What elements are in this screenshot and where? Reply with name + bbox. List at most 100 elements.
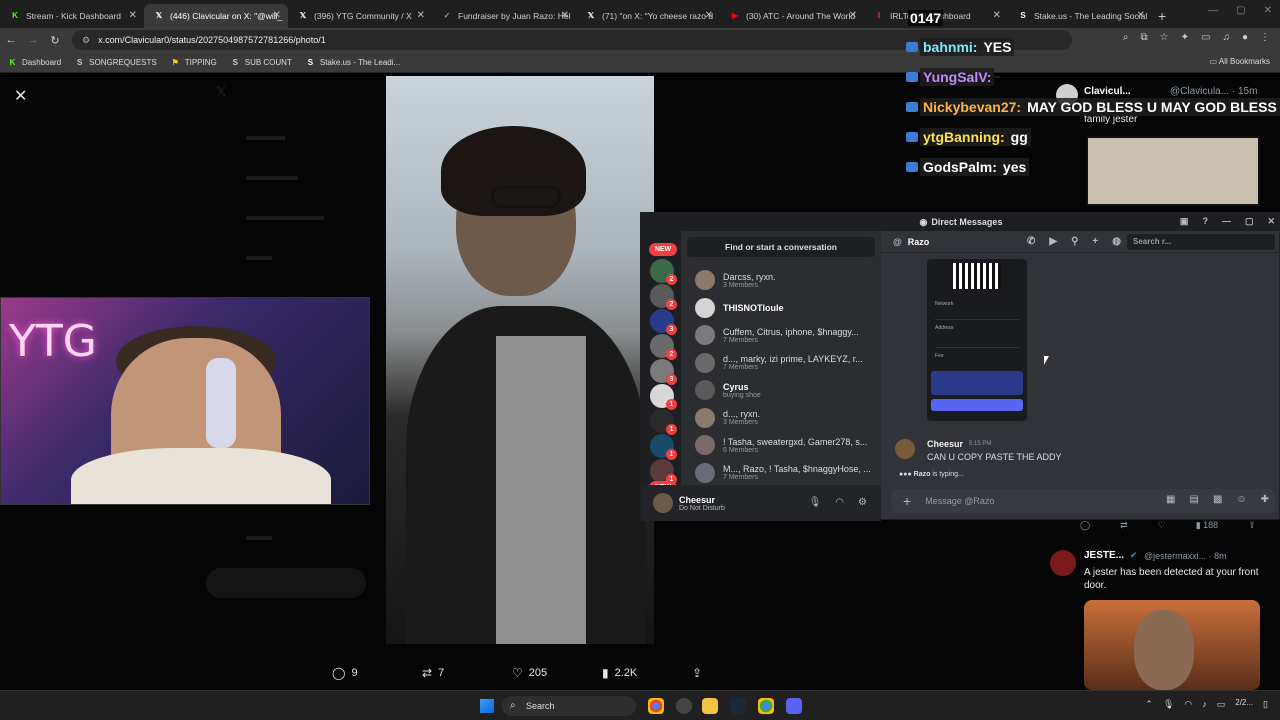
close-tab-icon[interactable]: ✕ — [273, 10, 281, 21]
browser-tab[interactable]: ▶ (30) ATC - Around The World ✕ — [720, 4, 864, 28]
emoji-icon[interactable]: ☺ — [1236, 494, 1246, 505]
steam-icon[interactable] — [730, 698, 746, 714]
browser-tab[interactable]: K Stream - Kick Dashboard ✕ — [0, 4, 144, 28]
avatar[interactable] — [1050, 550, 1076, 576]
bookmark-item[interactable]: S SONGREQUESTS — [75, 58, 157, 67]
forward-icon[interactable]: → — [22, 34, 44, 46]
dm-item[interactable]: d..., ryxn. 3 Members — [695, 405, 877, 431]
file-explorer-icon[interactable] — [702, 698, 718, 714]
close-window-icon[interactable]: ✕ — [1264, 5, 1272, 16]
dm-item[interactable]: ! Tasha, sweatergxd, Gamer278, s... 6 Mem… — [695, 432, 877, 458]
author-name[interactable]: JESTE... — [1084, 550, 1124, 561]
close-tab-icon[interactable]: ✕ — [417, 10, 425, 21]
share-icon[interactable]: ⇪ — [1248, 520, 1256, 531]
new-tab-button[interactable]: + — [1152, 8, 1176, 28]
reload-icon[interactable]: ↻ — [44, 34, 66, 47]
battery-icon[interactable]: ▭ — [1217, 699, 1226, 710]
close-tab-icon[interactable]: ✕ — [993, 10, 1001, 21]
obs-icon[interactable] — [676, 698, 692, 714]
bookmark-item[interactable]: S Stake.us - The Leadi... — [306, 58, 401, 67]
minimize-icon[interactable]: — — [1208, 5, 1218, 16]
sticker-icon[interactable]: ▩ — [1213, 494, 1222, 505]
tray-chevron-icon[interactable]: ⌃ — [1145, 699, 1153, 710]
reply-button[interactable]: ◯ 9 — [332, 666, 358, 680]
like-button[interactable]: ♡ 205 — [512, 666, 547, 680]
message-input[interactable]: + Message @Razo ▦ ▤ ▩ ☺ ✚ — [891, 489, 1275, 513]
dm-item[interactable]: M..., Razo, ! Tasha, $hnaggyHose, ... 7 M… — [695, 460, 877, 486]
chrome-icon[interactable] — [648, 698, 664, 714]
views-button[interactable]: ▮ 2.2K — [602, 666, 637, 680]
server-icon[interactable]: 1 — [650, 384, 677, 410]
server-icon[interactable]: 1 — [650, 409, 677, 435]
server-icon[interactable]: 2 — [650, 259, 677, 285]
mic-icon[interactable]: 🎙︎ — [809, 497, 822, 508]
bookmark-item[interactable]: K Dashboard — [8, 58, 62, 67]
apps-icon[interactable]: ✚ — [1261, 494, 1269, 505]
inbox-icon[interactable]: ▣ — [1180, 216, 1189, 227]
reply-icon[interactable]: ◯ — [1080, 520, 1090, 531]
server-icon[interactable]: 1 — [650, 459, 677, 485]
find-conversation-input[interactable]: Find or start a conversation — [687, 237, 875, 257]
maximize-icon[interactable]: ▢ — [1245, 216, 1254, 227]
video-icon[interactable]: ▶ — [1049, 236, 1057, 247]
settings-gear-icon[interactable]: ⚙ — [858, 497, 867, 508]
site-info-icon[interactable]: ⚙ — [82, 35, 90, 46]
help-icon[interactable]: ? — [1202, 216, 1208, 227]
maximize-icon[interactable]: ▢ — [1236, 5, 1245, 16]
taskbar-search[interactable]: ⌕ Search — [502, 696, 636, 716]
server-icon[interactable]: 2 — [650, 334, 677, 360]
mic-tray-icon[interactable]: 🎙︎ — [1163, 699, 1174, 710]
message-author[interactable]: Cheesur — [927, 439, 963, 449]
server-icon[interactable]: 2 — [650, 284, 677, 310]
minimize-icon[interactable]: — — [1222, 216, 1231, 227]
repost-icon[interactable]: ⇄ — [1120, 520, 1128, 531]
close-tab-icon[interactable]: ✕ — [1137, 10, 1145, 21]
share-button[interactable]: ⇪ — [692, 666, 702, 680]
search-input[interactable]: Search r... — [1127, 234, 1275, 250]
browser-tab[interactable]: ✓ Fundraiser by Juan Razo: Hel ✕ — [432, 4, 576, 28]
add-attachment-icon[interactable]: + — [903, 493, 911, 509]
windows-start-icon[interactable] — [480, 699, 494, 713]
gift-icon[interactable]: ▦ — [1166, 494, 1175, 505]
server-icon[interactable]: 3 — [650, 309, 677, 335]
heart-icon[interactable]: ♡ — [1158, 520, 1166, 531]
tweet-image[interactable] — [1084, 600, 1260, 690]
profile-icon[interactable]: ◍ — [1112, 236, 1121, 247]
qr-screenshot-attachment[interactable]: Network Address Fee — [927, 259, 1027, 421]
clock[interactable]: 2/2... — [1235, 699, 1253, 710]
dm-item[interactable]: Darcss, ryxn. 3 Members — [695, 267, 877, 293]
close-tab-icon[interactable]: ✕ — [849, 10, 857, 21]
close-tab-icon[interactable]: ✕ — [705, 10, 713, 21]
new-badge[interactable]: NEW — [649, 243, 677, 256]
avatar[interactable] — [895, 439, 915, 459]
close-icon[interactable]: ✕ — [1267, 216, 1275, 227]
chrome-profile-icon[interactable] — [758, 698, 774, 714]
bookmark-item[interactable]: S SUB COUNT — [231, 58, 292, 67]
bookmark-item[interactable]: ⚑ TIPPING — [171, 58, 217, 67]
avatar[interactable] — [653, 493, 673, 513]
browser-tab[interactable]: 𝕏 (446) Clavicular on X: "@will_ ✕ — [144, 4, 288, 28]
gif-icon[interactable]: ▤ — [1189, 494, 1198, 505]
notification-icon[interactable]: ▯ — [1263, 699, 1268, 710]
discord-taskbar-icon[interactable] — [786, 698, 802, 714]
browser-tab[interactable]: 𝕏 (71) "on X: "Yo cheese razo d ✕ — [576, 4, 720, 28]
back-icon[interactable]: ← — [0, 34, 22, 46]
browser-tab[interactable]: 𝕏 (396) YTG Community / X ✕ — [288, 4, 432, 28]
menu-icon[interactable]: ⋮ — [1260, 32, 1270, 43]
browser-tab[interactable]: S Stake.us - The Leading Social ✕ — [1008, 4, 1152, 28]
wifi-icon[interactable]: ◠ — [1184, 699, 1192, 710]
pin-icon[interactable]: ⚲ — [1071, 236, 1078, 247]
dm-item[interactable]: THISNOTloule — [695, 295, 877, 321]
close-photo-icon[interactable]: ✕ — [14, 86, 27, 106]
server-icon[interactable]: 1 — [650, 434, 677, 460]
call-icon[interactable]: ✆ — [1027, 236, 1035, 247]
close-tab-icon[interactable]: ✕ — [561, 10, 569, 21]
close-tab-icon[interactable]: ✕ — [129, 10, 137, 21]
add-friend-icon[interactable]: + — [1092, 236, 1098, 247]
dm-item[interactable]: Cuffem, Citrus, iphone, $hnaggy... 7 Memb… — [695, 322, 877, 348]
headphones-icon[interactable]: ◠ — [835, 497, 844, 508]
dm-item[interactable]: Cyrus buying shoe — [695, 377, 877, 403]
repost-button[interactable]: ⇄ 7 — [422, 666, 444, 680]
server-icon[interactable]: 3 — [650, 359, 677, 385]
views-icon[interactable]: ▮ 188 — [1196, 520, 1218, 531]
